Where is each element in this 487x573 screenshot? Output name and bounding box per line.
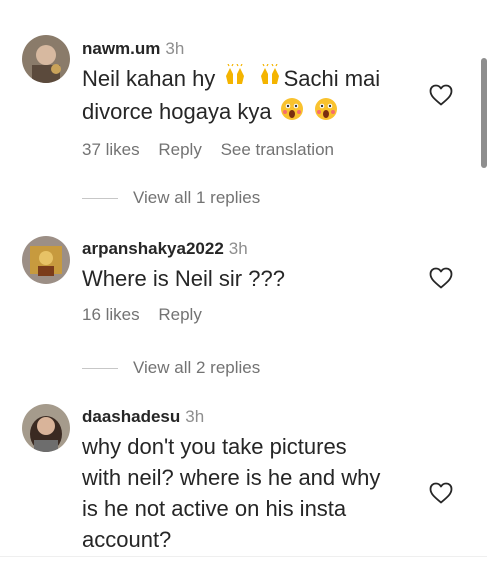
view-replies-label[interactable]: View all 2 replies bbox=[133, 357, 260, 379]
replies-divider bbox=[82, 198, 118, 199]
scrollbar[interactable] bbox=[481, 58, 487, 168]
avatar[interactable] bbox=[22, 236, 70, 284]
avatar[interactable] bbox=[22, 404, 70, 452]
heart-outline-icon[interactable] bbox=[429, 267, 453, 289]
comment-text-line: account? bbox=[82, 527, 172, 552]
likes-count[interactable]: 16 likes bbox=[82, 305, 140, 324]
bottom-divider bbox=[0, 556, 487, 557]
replies-divider bbox=[82, 368, 118, 369]
astonished-face-emoji bbox=[280, 97, 304, 129]
reply-button[interactable]: Reply bbox=[158, 305, 201, 324]
comment-text-line: is he not active on his insta bbox=[82, 496, 347, 521]
avatar[interactable] bbox=[22, 35, 70, 83]
comment-time: 3h bbox=[228, 239, 248, 258]
see-translation-link[interactable]: See translation bbox=[221, 140, 334, 159]
comment-username[interactable]: arpanshakya2022 bbox=[82, 239, 224, 258]
comment-text-line: why don't you take pictures bbox=[82, 434, 347, 459]
reply-button[interactable]: Reply bbox=[158, 140, 201, 159]
heart-outline-icon[interactable] bbox=[429, 482, 453, 504]
raising-hands-emoji bbox=[258, 63, 282, 96]
comment-text-part: divorce hogaya kya bbox=[82, 99, 272, 125]
comment-text: Where is Neil sir ??? bbox=[82, 266, 285, 291]
astonished-face-emoji bbox=[314, 97, 338, 129]
comment-username[interactable]: nawm.um bbox=[82, 39, 160, 58]
comment-text-part: Sachi mai bbox=[283, 66, 381, 91]
likes-count[interactable]: 37 likes bbox=[82, 140, 140, 159]
comment-text-part: Neil kahan hy bbox=[82, 66, 216, 91]
raising-hands-emoji bbox=[223, 63, 247, 96]
comment-text: why don't you take pictures with neil? w… bbox=[82, 431, 417, 555]
comment-username[interactable]: daashadesu bbox=[82, 407, 180, 426]
comment-time: 3h bbox=[185, 407, 205, 426]
comment-text-line: with neil? where is he and why bbox=[82, 465, 381, 490]
view-replies-label[interactable]: View all 1 replies bbox=[133, 187, 260, 209]
comment-time: 3h bbox=[165, 39, 185, 58]
comment-text: Neil kahan hy Sachi mai divorce hogaya k… bbox=[82, 63, 417, 129]
heart-outline-icon[interactable] bbox=[429, 84, 453, 106]
